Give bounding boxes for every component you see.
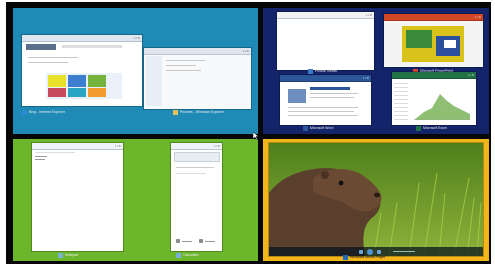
explorer-window[interactable]: ▪ ▪ ✕ [144,48,251,109]
window-controls: ▪ ▪ ✕ [133,36,140,40]
window-titlebar: ▪ ▪ ✕ [144,48,251,55]
powerpoint-window[interactable]: ▪ ▪ ✕ [384,14,483,67]
volume-slider[interactable] [393,251,415,252]
folder-icon [173,109,178,115]
media-player-caption: Windows Media Player [343,253,423,261]
tile-3 [88,75,106,87]
picture-viewer-window[interactable]: ▪ ▪ ✕ [277,12,374,70]
window-controls: ▪ ▪ ✕ [242,49,249,53]
window-titlebar: ▪ ▪ ✕ [280,75,371,82]
window-controls: ▪ ▪ ✕ [467,73,474,77]
tile-4 [48,88,66,97]
window-titlebar: ▪ ▪ ✕ [171,143,222,150]
marmot-video-frame [269,143,483,256]
window-titlebar: ▪ ▪ ✕ [384,14,483,21]
calculator-caption: Calculator [176,251,226,259]
explorer-sidebar [146,56,162,106]
slide-shape-green [406,30,432,48]
window-controls: ▪ ▪ ✕ [365,13,372,17]
window-controls: ▪ ▪ ✕ [362,76,369,80]
window-controls: ▪ ▪ ✕ [474,15,481,19]
tile-5 [68,88,86,97]
word-image [288,89,306,103]
calculator-window[interactable]: ▪ ▪ ✕ [171,143,222,251]
explorer-window-caption: Pictures - Windows Explorer [173,108,253,116]
quadrant-bottom-left: ▪ ▪ ✕ Notepad ▪ ▪ ✕ Calculator [13,139,258,261]
calculator-display [174,152,220,162]
marmot-eye [338,180,344,186]
mouse-pointer-icon [253,132,259,140]
media-player-icon [343,254,348,260]
picture-viewer-caption: Picture Viewer [308,67,374,75]
window-controls: ▪ ▪ ✕ [114,144,121,148]
tile-2 [68,75,86,87]
excel-window[interactable]: ▪ ▪ ✕ [392,72,476,125]
marmot-ear [321,171,329,179]
notepad-icon [58,252,63,258]
tile-6 [88,88,106,97]
excel-icon [416,125,421,131]
marmot-nose [374,192,380,198]
window-titlebar: ▪ ▪ ✕ [22,35,142,42]
browser-tabs [62,45,122,48]
browser-window[interactable]: ▪ ▪ ✕ [22,35,142,106]
excel-caption: Microsoft Excel [416,124,486,132]
chart-area [414,94,470,120]
excel-area-chart [414,94,470,120]
slide-callout [444,40,456,48]
browser-window-caption: Bing - Internet Explorer [22,108,142,116]
notepad-window[interactable]: ▪ ▪ ✕ [32,143,123,251]
browser-header [26,44,56,50]
quadrant-top-left: ▪ ▪ ✕ Bing - Internet Explorer ▪ ▪ ✕ Pic… [13,8,258,134]
window-titlebar: ▪ ▪ ✕ [277,12,374,19]
window-controls: ▪ ▪ ✕ [213,144,220,148]
internet-explorer-icon [22,109,27,115]
quadrant-bottom-right: Windows Media Player [263,139,489,261]
media-player-window[interactable] [269,143,483,256]
tile-1 [48,75,66,87]
window-titlebar: ▪ ▪ ✕ [392,72,476,79]
word-heading [310,87,350,90]
calculator-button[interactable] [176,239,180,243]
window-titlebar: ▪ ▪ ✕ [32,143,123,150]
excel-grid [394,80,408,122]
word-caption: Microsoft Word [303,124,373,132]
notepad-caption: Notepad [58,251,108,259]
picture-viewer-icon [308,68,313,74]
word-icon [303,125,308,131]
quadrant-top-right: ▪ ▪ ✕ Picture Viewer ▪ ▪ ✕ Microsoft Pow… [263,8,489,134]
window-switcher: ▪ ▪ ✕ Bing - Internet Explorer ▪ ▪ ✕ Pic… [6,2,491,264]
calculator-icon [176,252,181,258]
calculator-button[interactable] [199,239,203,243]
word-window[interactable]: ▪ ▪ ✕ [280,75,371,125]
